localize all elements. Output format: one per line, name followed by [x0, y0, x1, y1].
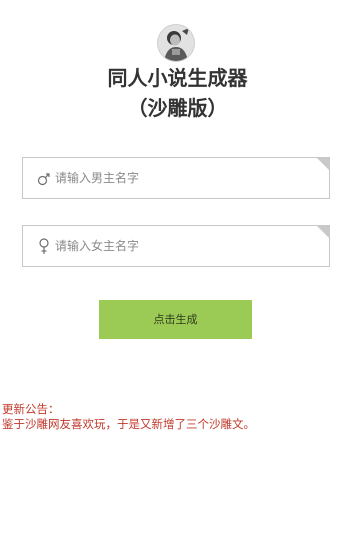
field-corner-decoration	[317, 226, 329, 238]
page-subtitle: （沙雕版）	[127, 96, 228, 120]
male-name-field[interactable]	[22, 157, 330, 199]
generate-button[interactable]: 点击生成	[99, 300, 252, 339]
female-name-field[interactable]	[22, 225, 330, 267]
male-symbol-icon	[37, 173, 50, 186]
notice-body: 鉴于沙雕网友喜欢玩，于是又新增了三个沙雕文。	[2, 417, 255, 431]
field-corner-decoration	[317, 158, 329, 170]
avatar	[157, 24, 195, 62]
female-name-input[interactable]	[55, 226, 317, 266]
avatar-photo-icon	[158, 25, 194, 61]
male-name-input[interactable]	[55, 158, 317, 198]
page-title: 同人小说生成器	[107, 66, 248, 90]
notice-title: 更新公告：	[2, 402, 60, 416]
female-symbol-icon	[39, 238, 49, 254]
